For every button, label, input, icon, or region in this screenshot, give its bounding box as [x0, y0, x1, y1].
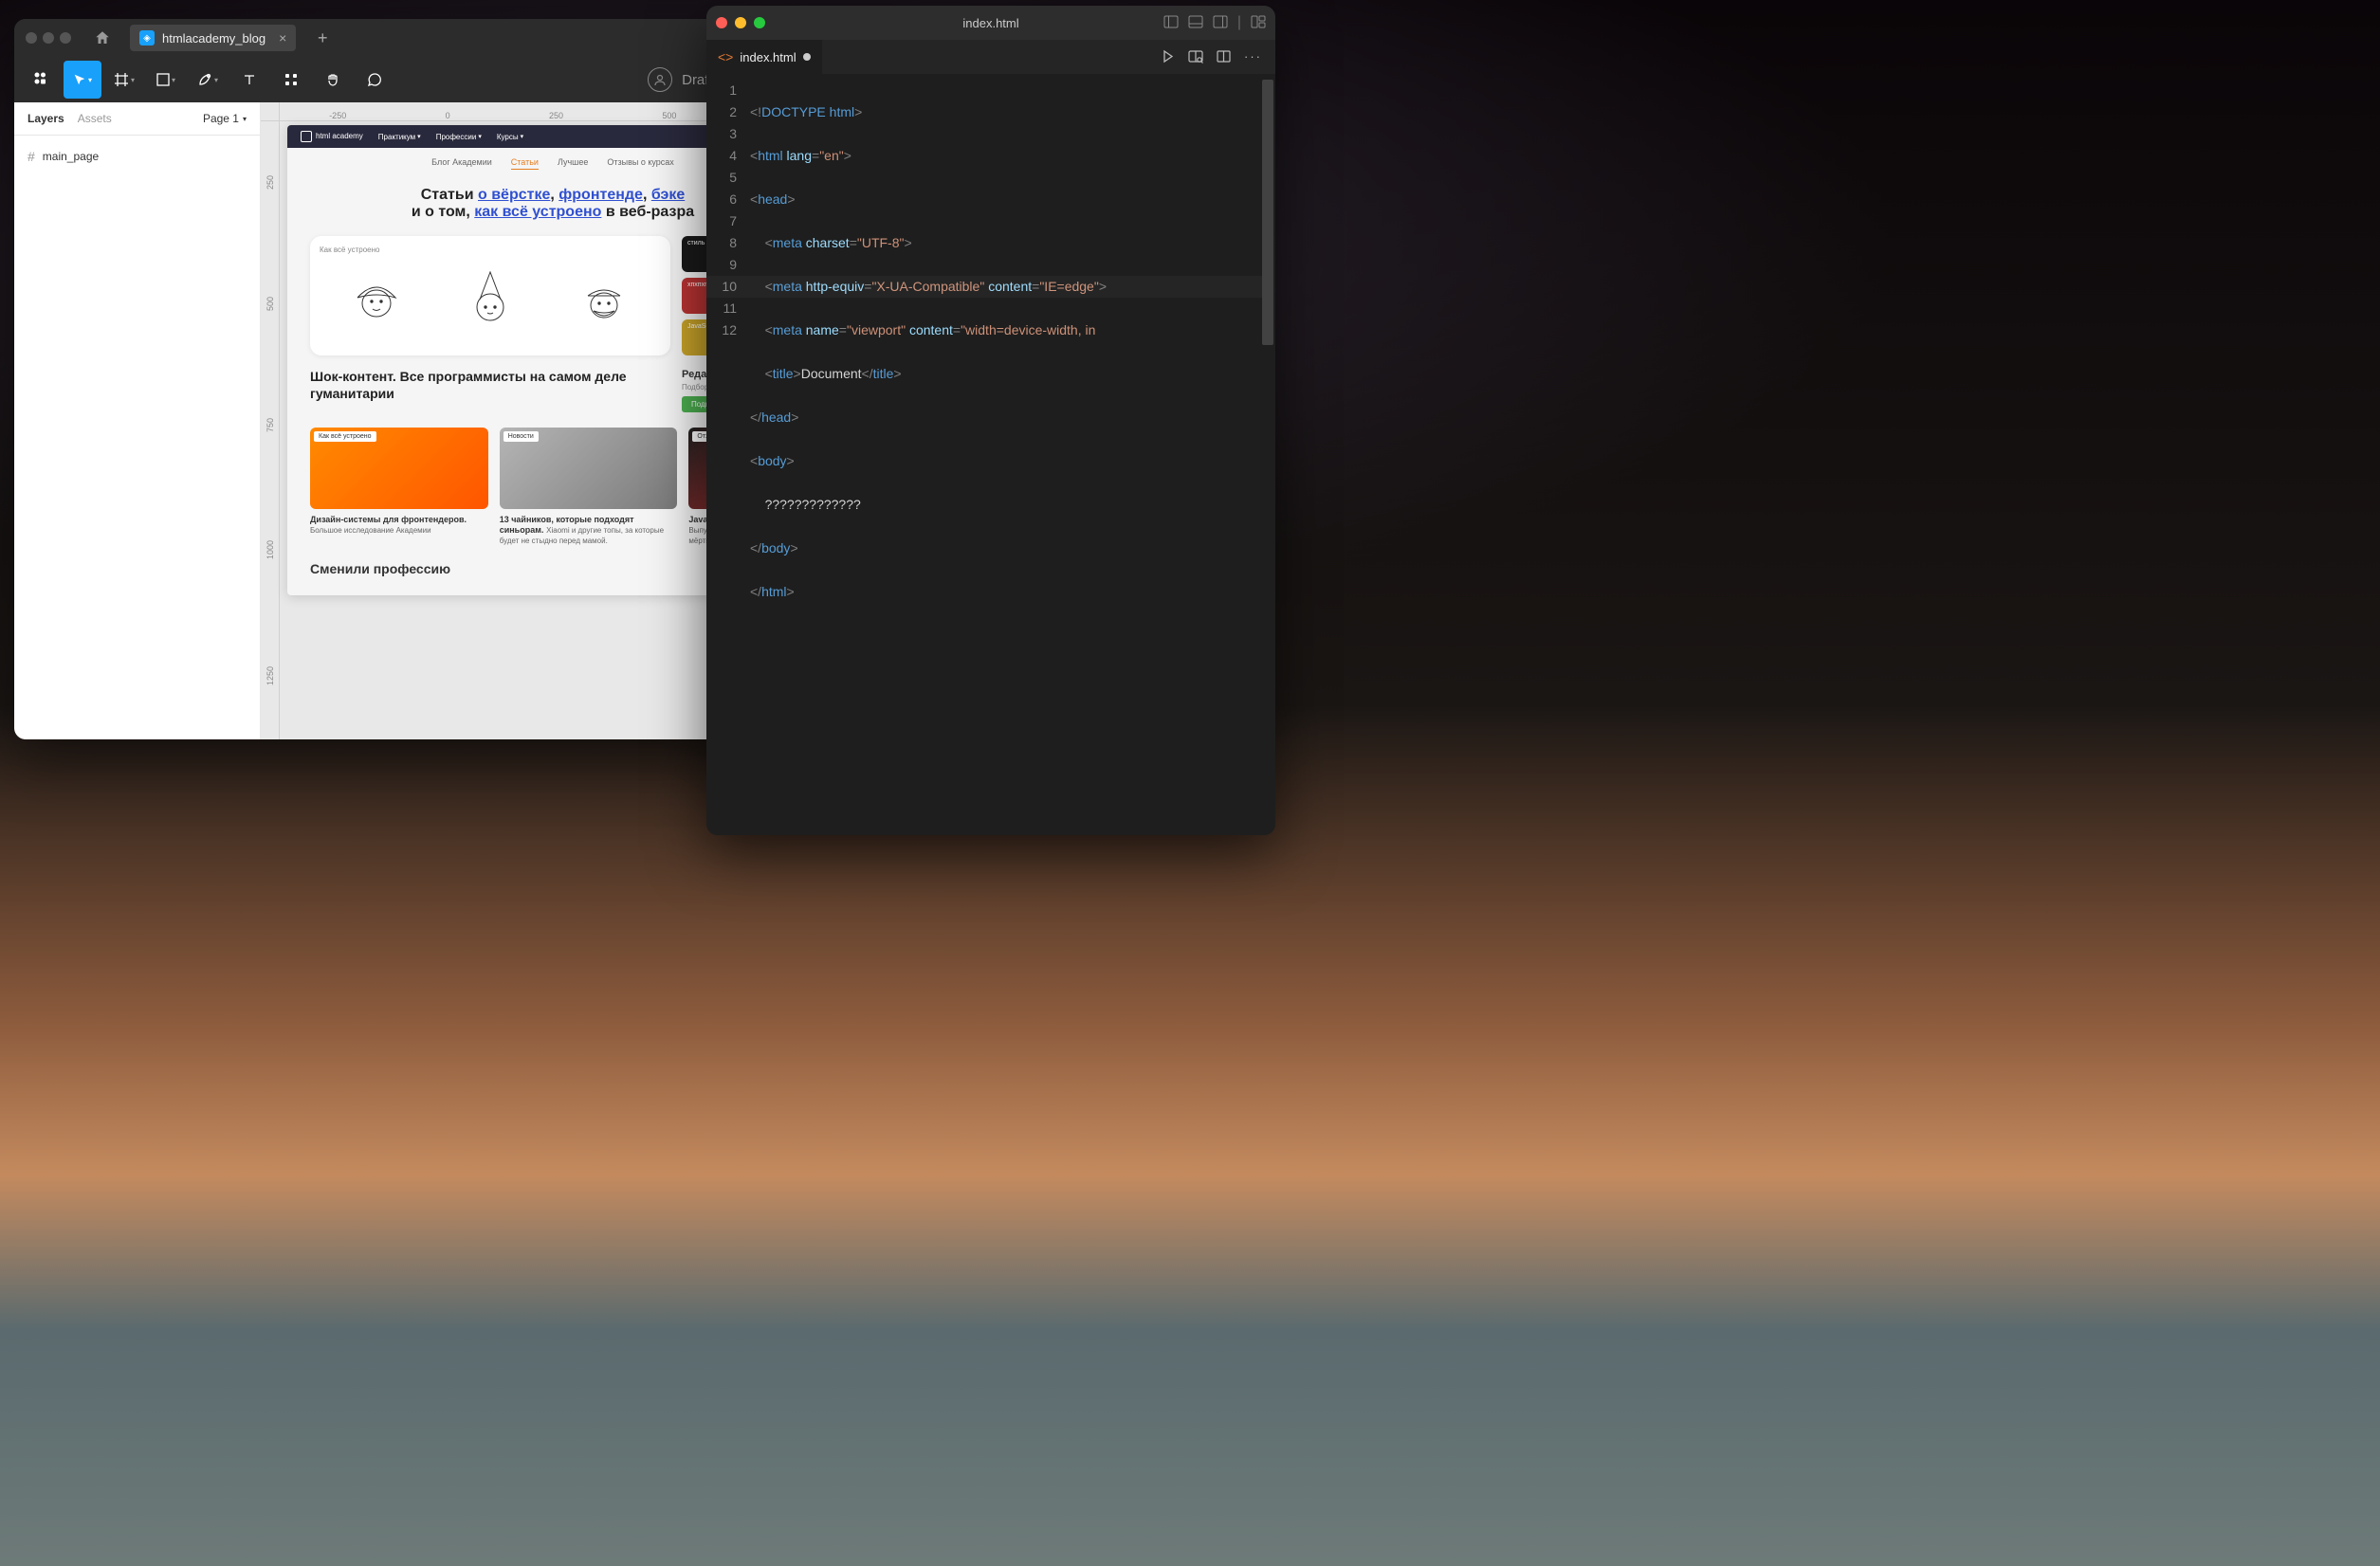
code-editor[interactable]: 123456789101112 <!DOCTYPE html> <html la…: [706, 74, 1275, 835]
topnav-item: Курсы: [497, 133, 523, 141]
topnav-item: Практикум: [378, 133, 421, 141]
layers-tab[interactable]: Layers: [27, 112, 64, 125]
figma-sidebar: Layers Assets Page 1 ▾ # main_page: [14, 102, 261, 739]
figma-file-icon: ◈: [139, 30, 155, 46]
editor-tab[interactable]: <> index.html: [706, 40, 822, 74]
traffic-zoom[interactable]: [754, 17, 765, 28]
doodle-faces: [320, 258, 661, 324]
run-icon[interactable]: [1161, 49, 1175, 64]
ruler-corner: [261, 102, 280, 121]
frame-logo: html academy: [301, 131, 363, 142]
current-line-highlight: [706, 276, 1270, 298]
vscode-titlebar[interactable]: index.html |: [706, 6, 1275, 40]
article-card: Как всё устроено Дизайн-системы для фрон…: [310, 428, 488, 546]
vertical-ruler: 25050075010001250: [261, 121, 280, 739]
traffic-minimize[interactable]: [43, 32, 54, 44]
file-tab[interactable]: ◈ htmlacademy_blog ×: [130, 25, 296, 51]
hand-tool[interactable]: [314, 61, 352, 99]
line-numbers: 123456789101112: [706, 74, 750, 835]
html-file-icon: <>: [718, 49, 733, 64]
panel-right-icon[interactable]: [1213, 14, 1228, 29]
frame-icon: #: [27, 149, 35, 164]
avatar-icon[interactable]: [648, 67, 672, 92]
vscode-window: index.html | <> index.html ··· 123456789…: [706, 6, 1275, 835]
assets-tab[interactable]: Assets: [78, 112, 112, 125]
topnav-item: Профессии: [436, 133, 482, 141]
page-selector[interactable]: Page 1 ▾: [203, 112, 247, 125]
code-content[interactable]: <!DOCTYPE html> <html lang="en"> <head> …: [750, 74, 1275, 835]
pen-tool[interactable]: ▾: [189, 61, 227, 99]
layer-item[interactable]: # main_page: [14, 143, 260, 170]
resources-button[interactable]: [272, 61, 310, 99]
main-menu-button[interactable]: [22, 61, 60, 99]
traffic-close[interactable]: [26, 32, 37, 44]
traffic-zoom[interactable]: [60, 32, 71, 44]
comment-tool[interactable]: [356, 61, 394, 99]
frame-headline: Шок-контент. Все программисты на самом д…: [310, 369, 653, 402]
customize-layout-icon[interactable]: [1251, 14, 1266, 29]
move-tool[interactable]: ▾: [64, 61, 101, 99]
modified-indicator-icon: [803, 53, 811, 61]
vscode-tabbar: <> index.html ···: [706, 40, 1275, 74]
split-editor-icon[interactable]: [1217, 49, 1231, 64]
article-card: Новости 13 чайников, которые подходят си…: [500, 428, 678, 546]
traffic-close[interactable]: [716, 17, 727, 28]
shape-tool[interactable]: ▾: [147, 61, 185, 99]
home-button[interactable]: [88, 24, 117, 52]
close-tab-icon[interactable]: ×: [279, 30, 286, 46]
frame-tool[interactable]: ▾: [105, 61, 143, 99]
editor-scrollbar[interactable]: [1262, 80, 1273, 345]
hero-card: Как всё устроено: [310, 236, 670, 355]
layer-name: main_page: [43, 150, 99, 163]
preview-icon[interactable]: [1188, 49, 1203, 64]
panel-bottom-icon[interactable]: [1188, 14, 1203, 29]
traffic-minimize[interactable]: [735, 17, 746, 28]
titlebar-layout-controls: |: [1163, 14, 1266, 31]
tab-filename: index.html: [740, 50, 796, 64]
text-tool[interactable]: [230, 61, 268, 99]
new-tab-button[interactable]: +: [309, 25, 336, 51]
more-actions-icon[interactable]: ···: [1244, 49, 1262, 64]
window-title: index.html: [962, 16, 1018, 30]
tab-title: htmlacademy_blog: [162, 31, 265, 46]
panel-left-icon[interactable]: [1163, 14, 1179, 29]
